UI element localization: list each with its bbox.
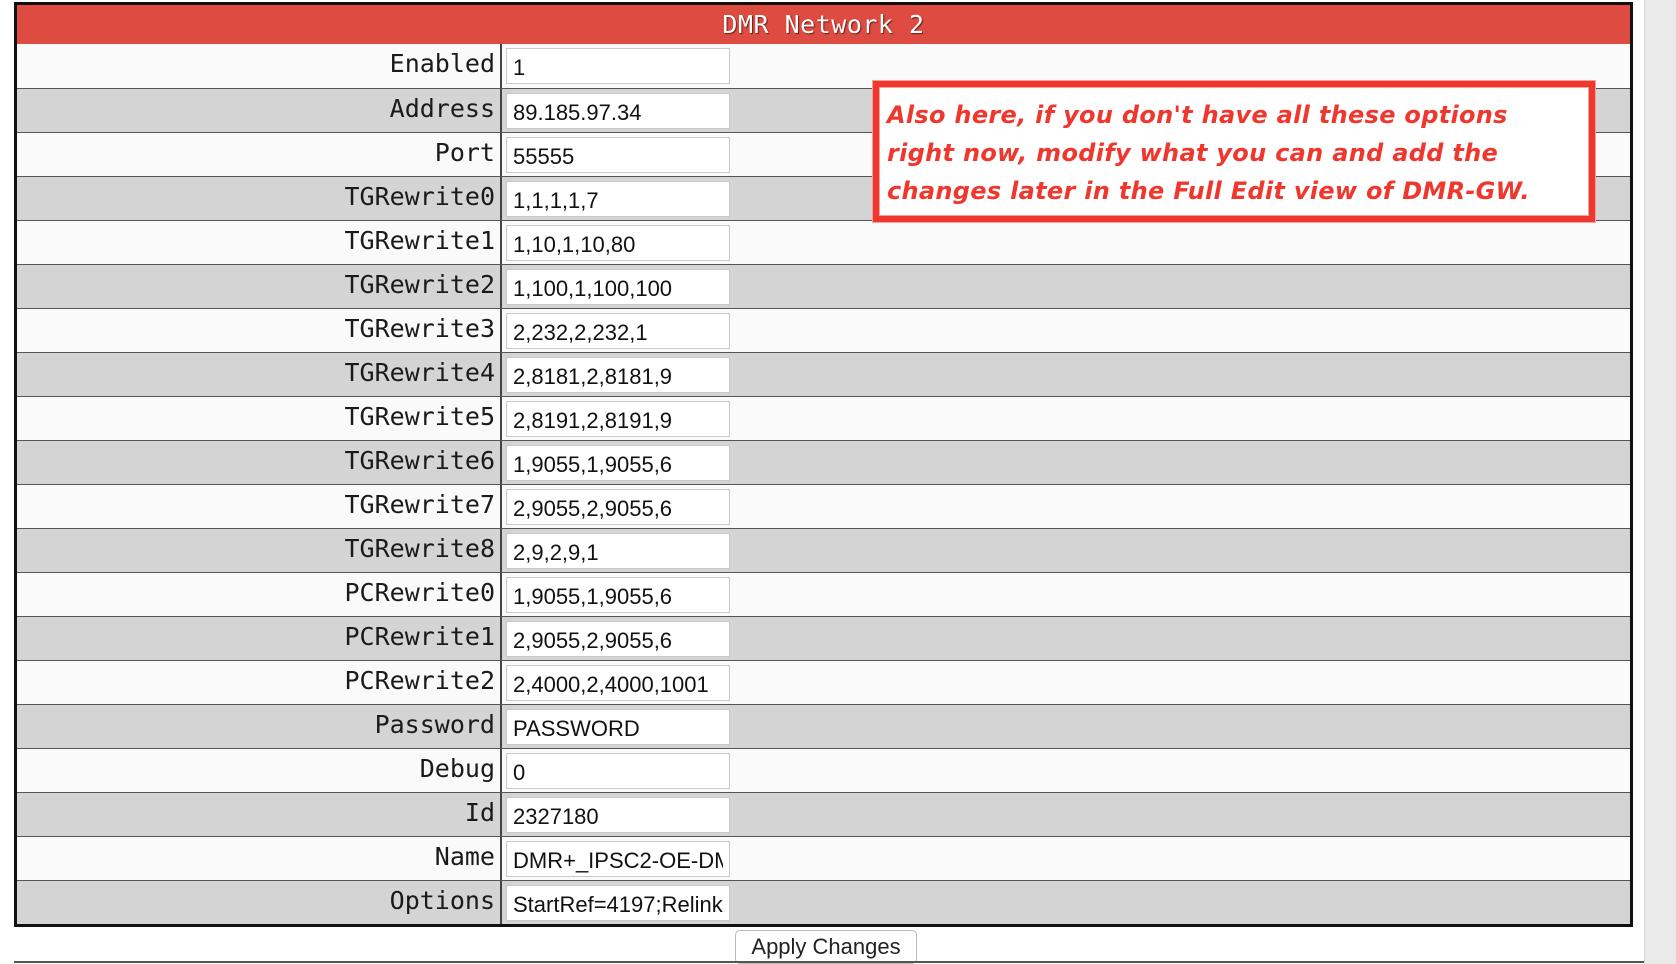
setting-label: TGRewrite4 — [17, 353, 502, 396]
annotation-text: Also here, if you don't have all these o… — [887, 101, 1530, 205]
setting-label: PCRewrite2 — [17, 661, 502, 704]
settings-row: Options — [17, 880, 1630, 924]
setting-label: TGRewrite2 — [17, 265, 502, 308]
setting-input-tgrewrite7[interactable] — [506, 489, 730, 525]
settings-row: TGRewrite3 — [17, 308, 1630, 352]
setting-label: Options — [17, 881, 502, 924]
window-edge — [1644, 0, 1676, 964]
setting-value-cell — [502, 573, 1630, 616]
setting-label: TGRewrite1 — [17, 221, 502, 264]
settings-row: TGRewrite2 — [17, 264, 1630, 308]
annotation-callout: Also here, if you don't have all these o… — [873, 81, 1595, 222]
settings-row: TGRewrite6 — [17, 440, 1630, 484]
settings-row: TGRewrite4 — [17, 352, 1630, 396]
setting-input-address[interactable] — [506, 93, 730, 129]
setting-input-enabled[interactable] — [506, 48, 730, 84]
apply-changes-button[interactable]: Apply Changes — [735, 930, 917, 964]
setting-label: TGRewrite6 — [17, 441, 502, 484]
setting-input-tgrewrite5[interactable] — [506, 401, 730, 437]
setting-input-tgrewrite0[interactable] — [506, 181, 730, 217]
setting-input-tgrewrite1[interactable] — [506, 225, 730, 261]
setting-input-tgrewrite4[interactable] — [506, 357, 730, 393]
setting-label: Port — [17, 133, 502, 176]
setting-label: TGRewrite0 — [17, 177, 502, 220]
setting-input-options[interactable] — [506, 885, 730, 921]
setting-label: PCRewrite0 — [17, 573, 502, 616]
setting-label: Password — [17, 705, 502, 748]
setting-input-tgrewrite3[interactable] — [506, 313, 730, 349]
setting-value-cell — [502, 529, 1630, 572]
setting-input-pcrewrite2[interactable] — [506, 665, 730, 701]
setting-value-cell — [502, 309, 1630, 352]
settings-row: Debug — [17, 748, 1630, 792]
setting-value-cell — [502, 353, 1630, 396]
settings-row: PCRewrite0 — [17, 572, 1630, 616]
bottom-divider — [14, 961, 1644, 963]
setting-value-cell — [502, 617, 1630, 660]
setting-input-id[interactable] — [506, 797, 730, 833]
setting-label: Name — [17, 837, 502, 880]
setting-label: Id — [17, 793, 502, 836]
settings-row: PCRewrite2 — [17, 660, 1630, 704]
setting-input-name[interactable] — [506, 841, 730, 877]
setting-input-password[interactable] — [506, 709, 730, 745]
settings-row: TGRewrite7 — [17, 484, 1630, 528]
setting-input-pcrewrite0[interactable] — [506, 577, 730, 613]
settings-row: Password — [17, 704, 1630, 748]
setting-label: TGRewrite5 — [17, 397, 502, 440]
setting-label: TGRewrite7 — [17, 485, 502, 528]
settings-row: PCRewrite1 — [17, 616, 1630, 660]
setting-label: Enabled — [17, 44, 502, 88]
setting-input-debug[interactable] — [506, 753, 730, 789]
settings-row: TGRewrite5 — [17, 396, 1630, 440]
setting-label: TGRewrite8 — [17, 529, 502, 572]
setting-input-pcrewrite1[interactable] — [506, 621, 730, 657]
setting-input-tgrewrite6[interactable] — [506, 445, 730, 481]
setting-label: TGRewrite3 — [17, 309, 502, 352]
setting-value-cell — [502, 485, 1630, 528]
settings-row: TGRewrite8 — [17, 528, 1630, 572]
setting-value-cell — [502, 749, 1630, 792]
settings-row: TGRewrite1 — [17, 220, 1630, 264]
setting-input-port[interactable] — [506, 137, 730, 173]
setting-value-cell — [502, 793, 1630, 836]
setting-value-cell — [502, 221, 1630, 264]
setting-value-cell — [502, 661, 1630, 704]
setting-value-cell — [502, 265, 1630, 308]
setting-value-cell — [502, 397, 1630, 440]
setting-value-cell — [502, 705, 1630, 748]
setting-input-tgrewrite8[interactable] — [506, 533, 730, 569]
apply-row: Apply Changes — [0, 926, 1644, 964]
settings-row: Id — [17, 792, 1630, 836]
setting-value-cell — [502, 881, 1630, 924]
settings-row: Name — [17, 836, 1630, 880]
panel-title: DMR Network 2 — [17, 5, 1630, 44]
page: DMR Network 2 EnabledAddressPortTGRewrit… — [0, 0, 1676, 964]
setting-input-tgrewrite2[interactable] — [506, 269, 730, 305]
setting-value-cell — [502, 837, 1630, 880]
setting-label: Debug — [17, 749, 502, 792]
setting-label: Address — [17, 89, 502, 132]
setting-value-cell — [502, 441, 1630, 484]
setting-label: PCRewrite1 — [17, 617, 502, 660]
